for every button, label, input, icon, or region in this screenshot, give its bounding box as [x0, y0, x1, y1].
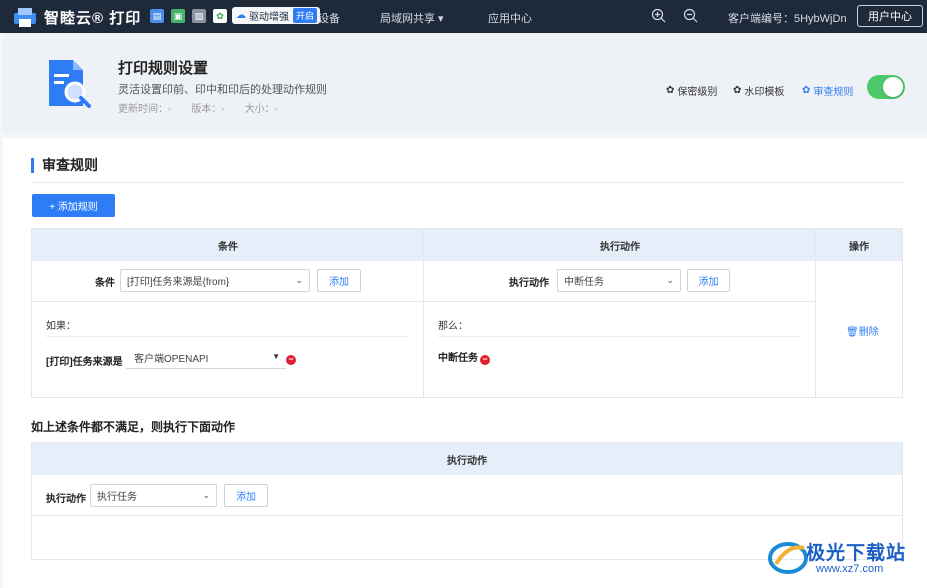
col-divider: [423, 229, 424, 397]
fallback-action-select[interactable]: 执行任务 ⌄: [90, 484, 217, 507]
page-title: 打印规则设置: [118, 60, 209, 77]
driver-on-badge: 开启: [293, 8, 318, 23]
printer-logo-icon: [14, 8, 36, 27]
fallback-title: 如上述条件都不满足，则执行下面动作: [31, 420, 236, 434]
condition-select[interactable]: [打印]任务来源是{from} ⌄: [120, 269, 310, 292]
link-review-rules[interactable]: ✿ 审查规则: [802, 83, 853, 98]
condition-label: 条件: [95, 278, 115, 289]
monitor-icon[interactable]: ▤: [150, 9, 164, 23]
if-divider: [46, 336, 408, 337]
add-condition-button[interactable]: 添加: [317, 269, 361, 292]
condition-item-value: 客户端OPENAPI: [134, 354, 209, 365]
page-meta: 更新时间：- 版本：- 大小：-: [118, 100, 278, 115]
fallback-col-header-action: 执行动作: [32, 443, 902, 475]
fallback-action-select-value: 执行任务: [97, 492, 137, 503]
watermark-text: 极光下载站: [806, 543, 907, 564]
col-divider: [815, 229, 816, 397]
section-divider: [31, 182, 903, 183]
gear-icon: ✿: [802, 85, 811, 96]
fallback-row-divider: [32, 515, 902, 516]
fallback-add-action-button[interactable]: 添加: [224, 484, 268, 507]
image-icon[interactable]: ▨: [192, 9, 206, 23]
if-label: 如果：: [46, 321, 76, 332]
top-bar: 智睦云® 打印 ▤ ▣ ▨ ✿ ☁ 驱动增强 开启 设备 局域网共享 ▾ 应用中…: [0, 0, 927, 33]
link-security-level-label: 保密级别: [677, 87, 718, 98]
screen-check-icon[interactable]: ▣: [171, 9, 185, 23]
nav-app-center[interactable]: 应用中心: [488, 10, 532, 26]
link-watermark-template[interactable]: ✿ 水印模板: [733, 83, 784, 98]
then-label: 那么：: [438, 321, 468, 332]
version: 版本：-: [191, 104, 225, 115]
action-select-value: 中断任务: [564, 277, 604, 288]
delete-rule-label: 删除: [858, 327, 879, 338]
condition-item-label: [打印]任务来源是: [46, 357, 123, 368]
fallback-action-label: 执行动作: [46, 494, 86, 505]
col-header-ops: 操作: [816, 229, 902, 261]
col-header-action: 执行动作: [424, 229, 816, 261]
settings-icon[interactable]: ✿: [213, 9, 227, 23]
caret-down-icon: ▼: [272, 352, 280, 361]
row-divider: [32, 301, 816, 302]
document-search-icon: [49, 60, 91, 108]
device-menu-partial[interactable]: 设备: [318, 10, 340, 26]
remove-condition-icon[interactable]: −: [286, 355, 296, 365]
page-description: 灵活设置印前、印中和印后的处理动作规则: [118, 84, 327, 96]
action-select[interactable]: 中断任务 ⌄: [557, 269, 681, 292]
driver-label: 驱动增强: [249, 12, 289, 23]
user-center-button[interactable]: 用户中心: [857, 5, 923, 27]
cloud-icon: ☁: [236, 10, 246, 21]
condition-select-value: [打印]任务来源是{from}: [127, 277, 230, 288]
chevron-down-icon: ⌄: [295, 275, 303, 285]
action-item-label: 中断任务: [438, 353, 478, 364]
link-watermark-template-label: 水印模板: [744, 87, 785, 98]
toggle-knob: [883, 77, 903, 97]
header-panel: 打印规则设置 灵活设置印前、印中和印后的处理动作规则 更新时间：- 版本：- 大…: [3, 33, 927, 133]
delete-rule-link[interactable]: 🗑删除: [846, 323, 879, 338]
add-rule-button[interactable]: + 添加规则: [32, 194, 115, 217]
main-panel: 审查规则 + 添加规则 条件 执行动作 操作 条件 [打印]任务来源是{from…: [3, 138, 927, 588]
section-title: 审查规则: [31, 158, 98, 173]
driver-enhance-button[interactable]: ☁ 驱动增强 开启: [232, 7, 321, 24]
zoom-out-icon[interactable]: [683, 8, 698, 23]
zoom-in-icon[interactable]: [651, 8, 666, 23]
gear-icon: ✿: [666, 85, 675, 96]
watermark-url: www.xz7.com: [816, 563, 884, 575]
client-id-value: 5HybWjDn: [794, 13, 847, 25]
condition-item-select[interactable]: 客户端OPENAPI ▼: [126, 347, 286, 369]
update-time: 更新时间：-: [118, 104, 172, 115]
add-action-button[interactable]: 添加: [687, 269, 730, 292]
client-id-label: 客户端编号：: [728, 13, 794, 25]
trash-icon: 🗑: [846, 327, 859, 338]
chevron-down-icon: ⌄: [202, 490, 210, 500]
link-review-rules-label: 审查规则: [813, 87, 854, 98]
nav-lan-share[interactable]: 局域网共享 ▾: [380, 10, 444, 26]
client-id: 客户端编号：5HybWjDn: [728, 10, 847, 26]
rules-table: 条件 执行动作 操作 条件 [打印]任务来源是{from} ⌄ 添加 执行动作 …: [31, 228, 903, 398]
col-header-condition: 条件: [32, 229, 424, 261]
then-divider: [438, 336, 800, 337]
size: 大小：-: [244, 104, 279, 115]
link-security-level[interactable]: ✿ 保密级别: [666, 83, 717, 98]
remove-action-icon[interactable]: −: [480, 355, 490, 365]
gear-icon: ✿: [733, 85, 742, 96]
rules-enabled-toggle[interactable]: [867, 75, 905, 99]
chevron-down-icon: ⌄: [666, 275, 674, 285]
app-title: 智睦云® 打印: [44, 10, 142, 27]
action-label: 执行动作: [509, 278, 549, 289]
